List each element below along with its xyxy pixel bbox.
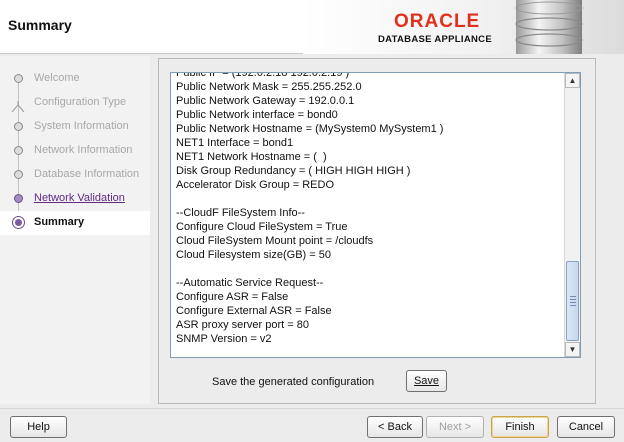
- summary-line: Public Network interface = bond0: [176, 109, 338, 121]
- step-indicator-icon: [14, 74, 23, 83]
- step-indicator-icon: [14, 146, 23, 155]
- oracle-logo: ORACLE: [394, 11, 481, 32]
- step-label: Network Information: [34, 144, 133, 156]
- summary-line: Disk Group Redundancy = ( HIGH HIGH HIGH…: [176, 165, 411, 177]
- summary-line: Accelerator Disk Group = REDO: [176, 179, 335, 191]
- help-button-label: Help: [27, 421, 50, 433]
- step-indicator-icon: [14, 122, 23, 131]
- step-indicator-icon: [14, 194, 23, 203]
- step-label: System Information: [34, 120, 129, 132]
- summary-line: NET1 Interface = bond1: [176, 137, 294, 149]
- database-icon: [515, 0, 583, 54]
- summary-line: SNMP Version = v2: [176, 333, 272, 345]
- summary-text: Public IP = (192.0.2.18 192.0.2.19 ) Publ…: [176, 73, 563, 357]
- product-name: DATABASE APPLIANCE: [378, 34, 492, 45]
- summary-line: ASR proxy server port = 80: [176, 319, 309, 331]
- step-branch-icon: [11, 101, 25, 113]
- step-indicator-icon: [14, 170, 23, 179]
- summary-line: Public Network Hostname = (MySystem0 MyS…: [176, 123, 444, 135]
- vertical-scrollbar[interactable]: ▲ ▼: [564, 73, 580, 357]
- summary-line: Cloud FileSystem Mount point = /cloudfs: [176, 235, 374, 247]
- step-welcome: Welcome: [0, 67, 150, 91]
- current-step-icon: [12, 216, 25, 229]
- summary-line: Public IP = (192.0.2.18 192.0.2.19 ): [176, 73, 350, 79]
- step-label: Configuration Type: [34, 96, 127, 108]
- scroll-up-icon[interactable]: ▲: [565, 73, 580, 88]
- step-link-label[interactable]: Network Validation: [34, 192, 125, 204]
- summary-line: [176, 262, 443, 276]
- summary-line: Configure ASR = False: [176, 291, 289, 303]
- summary-line: NET1 Network Hostname = ( ): [176, 151, 327, 163]
- back-button[interactable]: < Back: [367, 416, 423, 438]
- finish-button[interactable]: Finish: [491, 416, 549, 438]
- step-database-information: Database Information: [0, 163, 150, 187]
- help-button[interactable]: Help: [10, 416, 67, 438]
- next-button-label: Next >: [438, 421, 472, 433]
- step-label: Database Information: [34, 168, 140, 180]
- scroll-down-icon[interactable]: ▼: [565, 342, 580, 357]
- finish-button-label: Finish: [505, 421, 535, 433]
- summary-line: Public Network Gateway = 192.0.0.1: [176, 95, 355, 107]
- step-system-information: System Information: [0, 115, 150, 139]
- step-configuration-type: Configuration Type: [0, 91, 150, 115]
- summary-line: Configure Cloud FileSystem = True: [176, 221, 348, 233]
- summary-line: [176, 192, 443, 206]
- footer-divider: [0, 408, 624, 409]
- cancel-button-label: Cancel: [568, 421, 604, 433]
- page-title: Summary: [8, 17, 72, 33]
- scroll-thumb[interactable]: [566, 261, 579, 341]
- header: Summary ORACLE DATABASE APPLIANCE: [0, 0, 624, 54]
- summary-textarea[interactable]: Public IP = (192.0.2.18 192.0.2.19 ) Publ…: [170, 72, 581, 358]
- wizard-steps: Welcome Configuration Type System Inform…: [0, 56, 150, 404]
- summary-line: Configure External ASR = False: [176, 305, 332, 317]
- step-summary: Summary: [0, 211, 150, 235]
- step-label: Welcome: [34, 72, 80, 84]
- back-button-label: < Back: [378, 421, 412, 433]
- next-button[interactable]: Next >: [426, 416, 484, 438]
- summary-line: Public Network Mask = 255.255.252.0: [176, 81, 362, 93]
- summary-lines: Public IP = (192.0.2.18 192.0.2.19 ) Publ…: [176, 73, 443, 346]
- summary-line: --CloudF FileSystem Info--: [176, 207, 305, 219]
- cancel-button[interactable]: Cancel: [557, 416, 615, 438]
- save-button[interactable]: Save: [406, 370, 447, 392]
- save-button-label: Save: [413, 375, 440, 387]
- step-label: Summary: [34, 216, 85, 228]
- grip-icon: [570, 296, 576, 306]
- summary-line: Cloud Filesystem size(GB) = 50: [176, 249, 331, 261]
- summary-line: --Automatic Service Request--: [176, 277, 324, 289]
- step-network-validation[interactable]: Network Validation: [0, 187, 150, 211]
- step-network-information: Network Information: [0, 139, 150, 163]
- save-config-label: Save the generated configuration: [212, 376, 375, 388]
